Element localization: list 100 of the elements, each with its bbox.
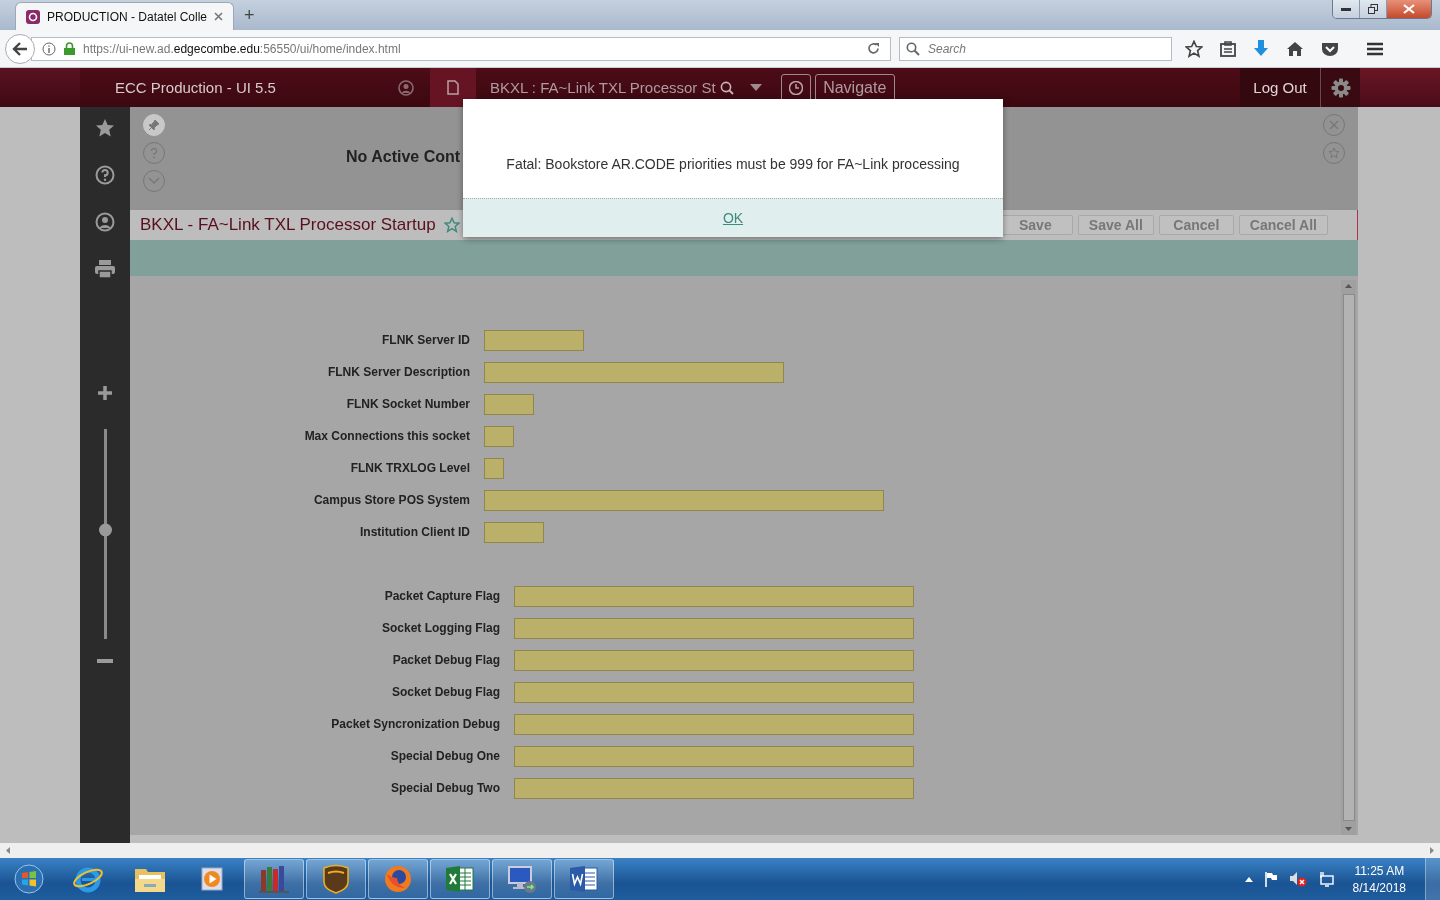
star-icon[interactable]	[1185, 39, 1203, 58]
settings-button[interactable]	[1320, 68, 1360, 107]
search-icon[interactable]	[719, 80, 734, 95]
home-icon[interactable]	[1286, 40, 1304, 57]
product-title: ECC Production - UI 5.5	[115, 79, 276, 96]
back-arrow-icon	[12, 41, 28, 56]
field-label: FLNK Server Description	[326, 365, 470, 379]
pin-button[interactable]	[143, 114, 165, 136]
scrollbar-thumb[interactable]	[1342, 294, 1355, 821]
document-w-icon	[569, 865, 599, 893]
menu-icon[interactable]	[1366, 41, 1384, 56]
show-hidden-icons-icon[interactable]	[1244, 876, 1253, 882]
restore-button[interactable]	[1360, 0, 1387, 18]
dialog-message: Fatal: Bookstore AR.CODE priorities must be 999 for FA~Link processing	[506, 155, 960, 172]
ok-link[interactable]: OK	[722, 210, 744, 226]
clock[interactable]: 11:25 AM 8/14/2018	[1352, 863, 1406, 895]
field-label: Packet Syncronization Debug	[330, 717, 500, 731]
field-label: Packet Debug Flag	[391, 653, 500, 667]
new-tab-button[interactable]: +	[244, 5, 255, 26]
field-label: Special Debug Two	[389, 781, 500, 795]
url-text: https://ui-new.ad.edgecombe.edu:56550/ui/home/index.html	[83, 41, 402, 56]
taskbar-app[interactable]	[492, 859, 552, 899]
show-desktop-button[interactable]	[1425, 858, 1440, 900]
scroll-left-icon[interactable]	[6, 847, 10, 854]
tab-title: PRODUCTION - Datatel Colle	[47, 9, 208, 24]
input-field[interactable]	[514, 681, 914, 703]
form-title: BKXL - FA~Link TXL Processor Startup	[140, 215, 436, 235]
help-icon	[148, 147, 160, 159]
input-field[interactable]	[484, 457, 504, 479]
logout-button[interactable]: Log Out	[1240, 68, 1320, 107]
star-icon	[1328, 147, 1340, 159]
app-logo-icon	[26, 9, 40, 24]
favorite-star-icon[interactable]	[443, 217, 460, 233]
zoom-in-icon[interactable]	[97, 385, 113, 401]
taskbar-app[interactable]	[368, 859, 428, 899]
input-field[interactable]	[484, 425, 514, 447]
input-field[interactable]	[484, 361, 784, 383]
flag-icon[interactable]	[1263, 871, 1278, 887]
print-icon[interactable]	[94, 259, 116, 279]
caret-icon[interactable]	[749, 84, 762, 91]
input-field[interactable]	[484, 329, 584, 351]
input-field[interactable]	[514, 713, 914, 735]
clipboard-icon[interactable]	[1220, 40, 1236, 57]
clock-icon	[788, 80, 803, 95]
field-label: Institution Client ID	[359, 525, 470, 539]
user-icon[interactable]	[397, 79, 414, 96]
field-label: Special Debug One	[389, 749, 500, 763]
input-field[interactable]	[514, 745, 914, 767]
monitor-icon	[506, 864, 538, 894]
star-icon[interactable]	[95, 118, 115, 138]
user-icon[interactable]	[95, 212, 115, 232]
input-field[interactable]	[514, 649, 914, 671]
chevron-down-icon	[148, 177, 160, 185]
network-icon[interactable]	[1317, 871, 1334, 887]
input-field[interactable]	[514, 585, 914, 607]
muted-speaker-icon[interactable]	[1288, 871, 1307, 887]
input-field[interactable]	[484, 521, 544, 543]
time-text: 11:25 AM	[1354, 863, 1405, 878]
input-field[interactable]	[514, 617, 914, 639]
info-icon[interactable]	[42, 41, 56, 56]
input-field[interactable]	[514, 777, 914, 799]
spreadsheet-icon	[445, 865, 475, 893]
input-field[interactable]	[484, 489, 884, 511]
search-icon	[906, 41, 920, 56]
form-search-text[interactable]: BKXL : FA~Link TXL Processor St	[489, 79, 716, 96]
vertical-scrollbar[interactable]	[1341, 280, 1356, 835]
input-field[interactable]	[484, 393, 534, 415]
search-box[interactable]: Search	[899, 36, 1172, 61]
scroll-down-icon[interactable]	[1345, 827, 1352, 831]
start-button[interactable]	[12, 862, 46, 896]
taskbar-app[interactable]	[554, 859, 614, 899]
close-icon[interactable]	[214, 12, 224, 21]
pin-icon	[148, 119, 160, 131]
books-icon	[258, 864, 290, 894]
help-icon[interactable]	[95, 165, 115, 185]
document-tab[interactable]	[429, 68, 476, 107]
close-icon	[1403, 4, 1415, 14]
taskbar-app[interactable]	[430, 859, 490, 899]
fox-globe-icon	[383, 864, 413, 894]
close-window-button[interactable]	[1387, 0, 1431, 18]
horizontal-scrollbar[interactable]	[0, 843, 1440, 858]
taskbar-app[interactable]	[244, 859, 304, 899]
context-title: No Active Cont	[346, 148, 461, 167]
field-label: FLNK Socket Number	[345, 397, 470, 411]
address-field[interactable]: https://ui-new.ad.edgecombe.edu:56550/ui/home/index.html	[31, 36, 891, 61]
reload-icon[interactable]	[867, 42, 880, 55]
taskbar-app[interactable]	[306, 859, 366, 899]
close-icon	[1328, 119, 1340, 131]
field-label: Socket Logging Flag	[381, 621, 500, 635]
download-icon[interactable]	[1253, 39, 1269, 58]
scroll-right-icon[interactable]	[1430, 847, 1434, 854]
browser-tab[interactable]: PRODUCTION - Datatel Colle	[15, 2, 235, 30]
pocket-icon[interactable]	[1321, 40, 1339, 57]
document-icon	[446, 80, 459, 95]
scroll-up-icon[interactable]	[1345, 284, 1352, 288]
back-button[interactable]	[5, 33, 35, 64]
field-label: Socket Debug Flag	[390, 685, 500, 699]
lock-icon	[64, 42, 75, 55]
minimize-button[interactable]	[1333, 0, 1360, 18]
field-label: FLNK Server ID	[380, 333, 470, 347]
